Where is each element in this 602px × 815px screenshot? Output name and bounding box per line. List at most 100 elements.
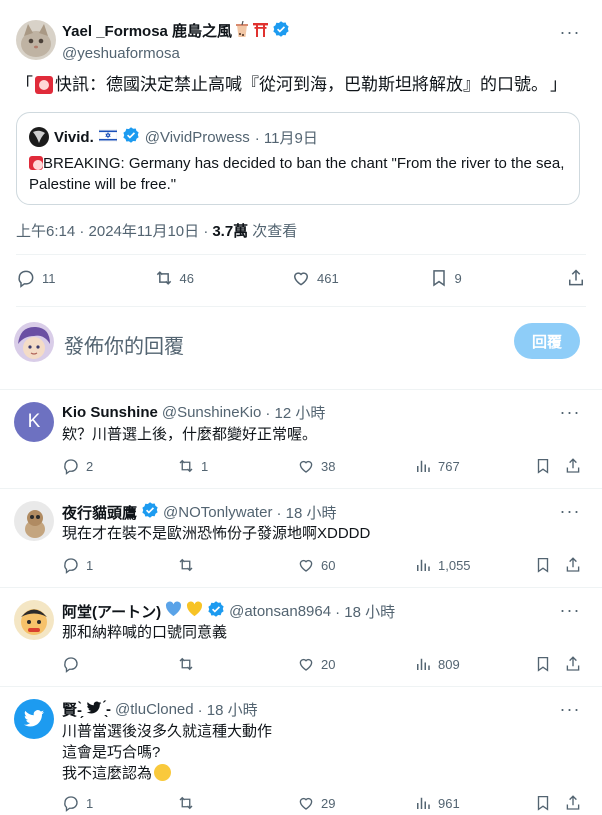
views-button[interactable]: 961 <box>414 794 534 812</box>
share-icon <box>566 795 580 810</box>
reply-icon <box>18 270 34 288</box>
like-button[interactable]: 461 <box>291 268 411 288</box>
heart-icon <box>299 460 313 473</box>
reply-icon <box>64 558 78 574</box>
bookmark-button[interactable]: 9 <box>429 268 549 288</box>
share-button[interactable] <box>564 655 582 673</box>
commenter-name[interactable]: 賢-̗̀ <box>62 699 82 720</box>
more-options-icon[interactable]: ··· <box>558 501 582 521</box>
repost-button[interactable] <box>177 794 297 812</box>
views-chart-icon <box>417 658 430 670</box>
reply-submit-button[interactable]: 回覆 <box>514 323 580 359</box>
commenter-avatar[interactable] <box>14 600 54 640</box>
repost-icon <box>179 657 193 671</box>
commenter-avatar[interactable] <box>14 699 54 739</box>
like-button[interactable]: 60 <box>297 556 414 574</box>
verified-badge-icon <box>272 20 290 44</box>
comment-time[interactable]: · 18 小時 <box>276 502 336 523</box>
comment-actions: 1 60 1,055 <box>62 556 582 574</box>
commenter-name[interactable]: 阿堂(アートン) <box>62 601 161 622</box>
view-count: 961 <box>438 795 460 811</box>
comment-header: 賢-̗̀ ̖́- @tluCloned · 18 小時 <box>62 699 258 720</box>
like-button[interactable]: 38 <box>297 457 414 475</box>
post-open-quote: 「 <box>16 75 33 94</box>
bookmark-button[interactable] <box>534 655 564 673</box>
comment-time[interactable]: · 18 小時 <box>335 601 395 622</box>
bookmark-icon <box>537 458 549 474</box>
reply-button[interactable]: 11 <box>16 268 136 288</box>
reply-button[interactable]: 1 <box>62 556 177 574</box>
comment-text: 現在才在裝不是歐洲恐怖份子發源地啊XDDDD <box>62 525 371 542</box>
quoted-post[interactable]: Vivid. @VividProwess · 11月9日 BREAKING: G… <box>16 112 580 205</box>
reply-input[interactable]: 發佈你的回覆 <box>64 330 184 359</box>
commenter-avatar[interactable]: K <box>14 402 54 442</box>
repost-button[interactable]: 1 <box>177 457 297 475</box>
views-button[interactable]: 767 <box>414 457 534 475</box>
share-button[interactable] <box>564 794 582 812</box>
commenter-handle[interactable]: @SunshineKio <box>162 404 261 421</box>
share-button[interactable] <box>564 556 582 574</box>
reply-button[interactable]: 2 <box>62 457 177 475</box>
comment-line: 我不這麼認為 <box>62 763 542 784</box>
quoted-author-name: Vivid. <box>54 128 94 146</box>
repost-button[interactable]: 46 <box>154 268 274 288</box>
repost-icon <box>179 459 193 473</box>
comment-time[interactable]: · 12 小時 <box>265 402 325 423</box>
heart-icon <box>299 559 313 572</box>
reply-button[interactable] <box>62 655 177 673</box>
views-button[interactable]: 1,055 <box>414 556 534 574</box>
comment-header: 夜行貓頭鷹 @NOTonlywater · 18 小時 <box>62 501 336 523</box>
comment-header: Kio Sunshine @SunshineKio · 12 小時 <box>62 402 325 423</box>
like-button[interactable]: 20 <box>297 655 414 673</box>
bookmark-button[interactable] <box>534 457 564 475</box>
current-user-avatar[interactable] <box>14 322 54 362</box>
bookmark-button[interactable] <box>534 794 564 812</box>
views-button[interactable]: 809 <box>414 655 534 673</box>
bookmark-icon <box>432 270 445 287</box>
post-timestamp[interactable]: 上午6:14 · 2024年11月10日 · <box>16 220 208 241</box>
comment[interactable]: 賢-̗̀ ̖́- @tluCloned · 18 小時 ··· 川普當選後沒多久… <box>0 687 602 815</box>
author-avatar[interactable] <box>16 20 56 60</box>
heart-icon <box>299 797 313 810</box>
more-options-icon[interactable]: ··· <box>558 600 582 620</box>
commenter-handle[interactable]: @atonsan8964 <box>229 603 331 620</box>
reply-icon <box>64 459 78 475</box>
more-options-icon[interactable]: ··· <box>558 402 582 422</box>
repost-count: 1 <box>201 458 209 474</box>
commenter-avatar[interactable] <box>14 501 54 541</box>
comment-time[interactable]: · 18 小時 <box>198 699 258 720</box>
repost-button[interactable] <box>177 556 297 574</box>
author-name-block: Yael _Formosa 鹿島之風 @yeshuaformosa <box>62 20 290 64</box>
view-count: 3.7萬 <box>212 223 249 240</box>
share-button[interactable] <box>566 268 586 288</box>
comment[interactable]: 阿堂(アートン) @atonsan8964 · 18 小時 ··· 那和納粹喊的… <box>0 588 602 686</box>
repost-icon <box>156 271 171 285</box>
bookmark-icon <box>537 795 549 811</box>
bookmark-icon <box>537 557 549 573</box>
repost-button[interactable] <box>177 655 297 673</box>
bookmark-button[interactable] <box>534 556 564 574</box>
commenter-handle[interactable]: @tluCloned <box>115 701 194 718</box>
comment[interactable]: 夜行貓頭鷹 @NOTonlywater · 18 小時 ··· 現在才在裝不是歐… <box>0 489 602 587</box>
comment[interactable]: K Kio Sunshine @SunshineKio · 12 小時 ··· … <box>0 390 602 488</box>
quoted-post-text: BREAKING: Germany has decided to ban the… <box>29 153 569 195</box>
author-display-name[interactable]: Yael _Formosa 鹿島之風 <box>62 20 290 44</box>
author-handle[interactable]: @yeshuaformosa <box>62 44 290 64</box>
like-count: 461 <box>317 270 339 286</box>
commenter-name[interactable]: 夜行貓頭鷹 <box>62 502 137 523</box>
reply-button[interactable]: 1 <box>62 794 177 812</box>
post-close-quote: 」 <box>550 75 567 94</box>
share-icon <box>566 557 580 572</box>
comment-line-text: 我不這麼認為 <box>62 765 153 782</box>
more-options-icon[interactable]: ··· <box>558 22 582 42</box>
repost-icon <box>179 558 193 572</box>
more-options-icon[interactable]: ··· <box>558 699 582 719</box>
post-actions: 11 46 461 9 <box>16 268 586 288</box>
like-button[interactable]: 29 <box>297 794 414 812</box>
share-button[interactable] <box>564 457 582 475</box>
heart-icon <box>293 272 309 286</box>
avatar-letter: K <box>27 411 41 432</box>
like-count: 20 <box>321 656 336 672</box>
commenter-name[interactable]: Kio Sunshine <box>62 404 158 421</box>
commenter-handle[interactable]: @NOTonlywater <box>163 504 272 521</box>
